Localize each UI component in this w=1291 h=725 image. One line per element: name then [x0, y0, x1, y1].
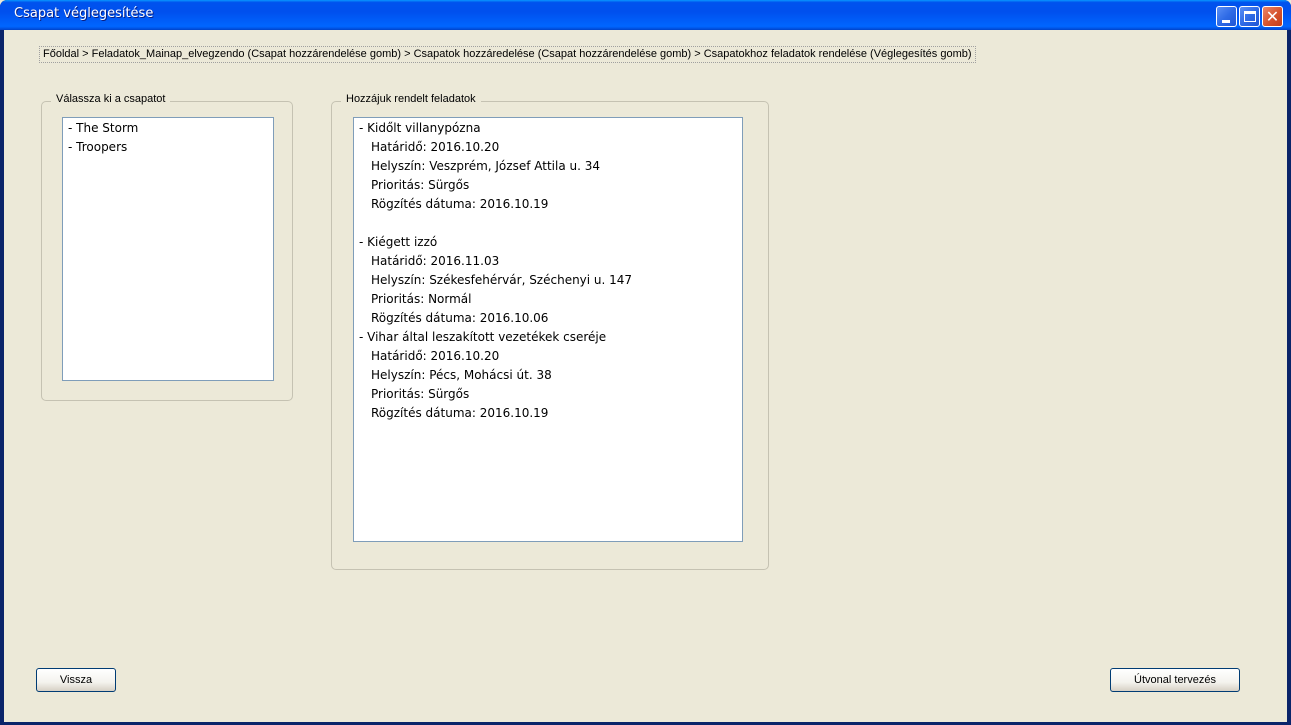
- minimize-button[interactable]: [1216, 6, 1237, 27]
- task-priority: Prioritás: Sürgős: [371, 387, 470, 401]
- task-location: Helyszín: Székesfehérvár, Széchenyi u. 1…: [371, 273, 633, 287]
- task-name: - Kidőlt villanypózna: [359, 121, 481, 135]
- task-location: Helyszín: Veszprém, József Attila u. 34: [371, 159, 600, 173]
- task-deadline: Határidő: 2016.10.20: [371, 140, 500, 154]
- route-planning-button[interactable]: Útvonal tervezés: [1110, 668, 1240, 692]
- breadcrumb: Főoldal > Feladatok_Mainap_elvegzendo (C…: [39, 46, 976, 63]
- title-bar[interactable]: Csapat véglegesítése ✕: [0, 0, 1291, 30]
- app-window: Csapat véglegesítése ✕ Főoldal > Feladat…: [0, 0, 1291, 725]
- task-recorded-date: Rögzítés dátuma: 2016.10.06: [371, 311, 549, 325]
- task-location: Helyszín: Pécs, Mohácsi út. 38: [371, 368, 552, 382]
- task-priority: Prioritás: Sürgős: [371, 178, 470, 192]
- tasks-listbox[interactable]: - Kidőlt villanypózna Határidő: 2016.10.…: [353, 117, 743, 542]
- task-deadline: Határidő: 2016.11.03: [371, 254, 500, 268]
- task-name: - Vihar által leszakított vezetékek cser…: [359, 330, 607, 344]
- team-list-item[interactable]: - Troopers: [68, 138, 268, 157]
- tasks-group-legend: Hozzájuk rendelt feladatok: [341, 93, 481, 105]
- close-button[interactable]: ✕: [1262, 6, 1283, 27]
- team-list-item[interactable]: - The Storm: [68, 119, 268, 138]
- back-button[interactable]: Vissza: [36, 668, 116, 692]
- window-title: Csapat véglegesítése: [14, 6, 154, 21]
- task-priority: Prioritás: Normál: [371, 292, 472, 306]
- task-deadline: Határidő: 2016.10.20: [371, 349, 500, 363]
- close-icon: ✕: [1265, 7, 1280, 26]
- minimize-icon: [1222, 20, 1230, 23]
- task-recorded-date: Rögzítés dátuma: 2016.10.19: [371, 406, 549, 420]
- task-recorded-date: Rögzítés dátuma: 2016.10.19: [371, 197, 549, 211]
- task-name: - Kiégett izzó: [359, 235, 438, 249]
- team-listbox[interactable]: - The Storm - Troopers: [62, 117, 274, 381]
- window-client-area: Főoldal > Feladatok_Mainap_elvegzendo (C…: [4, 30, 1287, 722]
- maximize-button[interactable]: [1239, 6, 1260, 27]
- maximize-icon: [1244, 11, 1256, 22]
- team-group-legend: Válassza ki a csapatot: [51, 93, 171, 105]
